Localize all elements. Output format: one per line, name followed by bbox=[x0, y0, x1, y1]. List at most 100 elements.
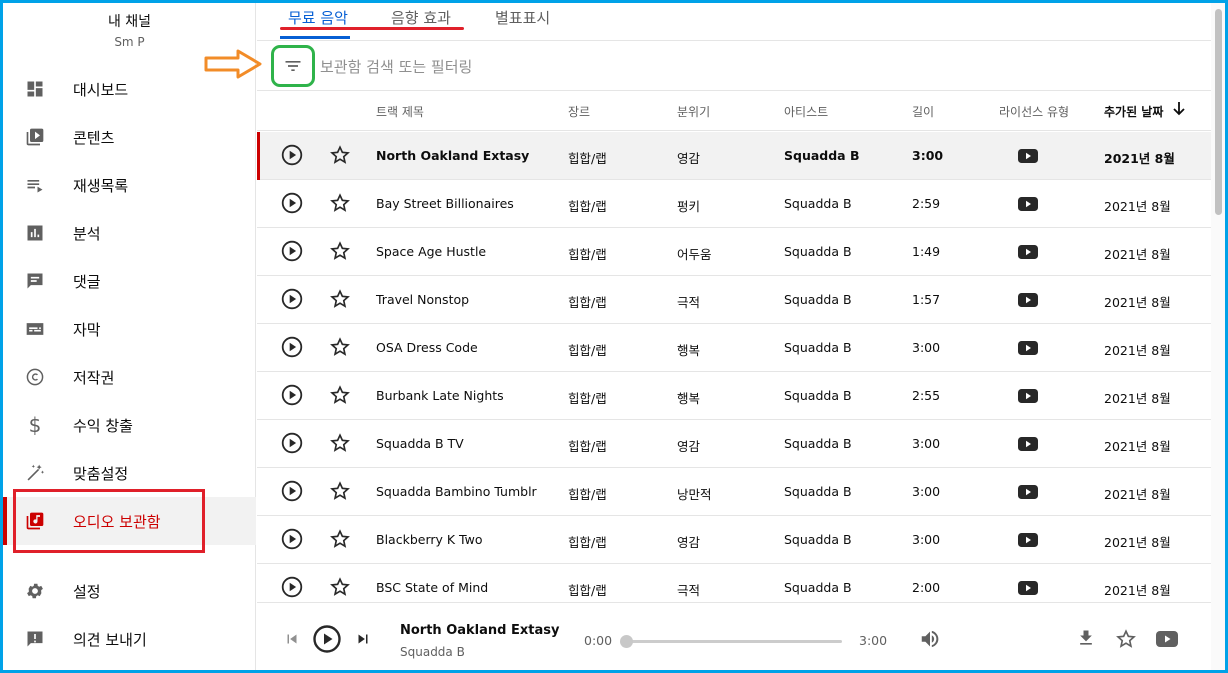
col-license[interactable]: 라이선스 유형 bbox=[999, 103, 1069, 120]
scrollbar-thumb[interactable] bbox=[1215, 9, 1222, 215]
tab-starred[interactable]: 별표표시 bbox=[495, 7, 550, 37]
copyright-icon bbox=[25, 367, 45, 387]
sidebar-item-label: 대시보드 bbox=[73, 80, 129, 99]
table-row[interactable]: OSA Dress Code 힙합/랩 행복 Squadda B 3:00 2021년 8… bbox=[257, 324, 1211, 372]
star-icon[interactable] bbox=[329, 144, 351, 166]
feedback-icon bbox=[25, 629, 45, 649]
table-row[interactable]: North Oakland Extasy 힙합/랩 영감 Squadda B 3:00 2… bbox=[257, 132, 1211, 180]
youtube-icon[interactable] bbox=[1018, 341, 1038, 355]
track-genre: 힙합/랩 bbox=[568, 487, 607, 502]
track-mood: 극적 bbox=[677, 295, 701, 310]
youtube-icon[interactable] bbox=[1018, 533, 1038, 547]
play-circle-icon[interactable] bbox=[281, 480, 303, 502]
audio-library-main: 무료 음악 음향 효과 별표표시 보관함 검색 또는 필터링 트랙 제목 장르 … bbox=[257, 3, 1211, 670]
table-row[interactable]: Blackberry K Two 힙합/랩 영감 Squadda B 3:00 2021년… bbox=[257, 516, 1211, 564]
playlist-icon bbox=[25, 175, 45, 195]
play-circle-icon[interactable] bbox=[281, 384, 303, 406]
track-genre: 힙합/랩 bbox=[568, 535, 607, 550]
sidebar-item-audio-library[interactable]: 오디오 보관함 bbox=[3, 497, 256, 545]
sidebar-item-label: 맞춤설정 bbox=[73, 464, 129, 483]
table-row[interactable]: Bay Street Billionaires 힙합/랩 펑키 Squadda B 2:… bbox=[257, 180, 1211, 228]
table-row[interactable]: Travel Nonstop 힙합/랩 극적 Squadda B 1:57 2021년 8… bbox=[257, 276, 1211, 324]
scrollbar[interactable] bbox=[1211, 3, 1225, 670]
table-row[interactable]: Squadda B TV 힙합/랩 영감 Squadda B 3:00 2021년 8월 bbox=[257, 420, 1211, 468]
play-circle-icon[interactable] bbox=[281, 240, 303, 262]
star-icon[interactable] bbox=[329, 384, 351, 406]
search-filter-input[interactable]: 보관함 검색 또는 필터링 bbox=[320, 56, 472, 77]
play-circle-icon[interactable] bbox=[281, 144, 303, 166]
star-icon[interactable] bbox=[329, 480, 351, 502]
youtube-icon[interactable] bbox=[1156, 631, 1178, 651]
previous-track-icon[interactable] bbox=[283, 630, 301, 652]
sidebar-item-comments[interactable]: 댓글 bbox=[3, 257, 256, 305]
track-length: 1:49 bbox=[912, 244, 941, 259]
sidebar-item-feedback[interactable]: 의견 보내기 bbox=[3, 615, 256, 663]
col-genre[interactable]: 장르 bbox=[568, 103, 590, 120]
track-genre: 힙합/랩 bbox=[568, 343, 607, 358]
magic-wand-icon bbox=[25, 463, 45, 483]
sidebar-item-subtitles[interactable]: 자막 bbox=[3, 305, 256, 353]
col-date[interactable]: 추가된 날짜 bbox=[1104, 103, 1163, 120]
track-mood: 영감 bbox=[677, 439, 701, 454]
col-length[interactable]: 길이 bbox=[912, 103, 934, 120]
star-icon[interactable] bbox=[1115, 628, 1137, 654]
table-row[interactable]: Burbank Late Nights 힙합/랩 행복 Squadda B 2:55 20… bbox=[257, 372, 1211, 420]
track-length: 3:00 bbox=[912, 484, 941, 499]
col-title[interactable]: 트랙 제목 bbox=[376, 103, 424, 120]
youtube-icon[interactable] bbox=[1018, 437, 1038, 451]
play-circle-icon[interactable] bbox=[281, 576, 303, 598]
play-circle-icon[interactable] bbox=[281, 336, 303, 358]
download-icon[interactable] bbox=[1076, 628, 1096, 652]
sidebar-item-monetization[interactable]: $ 수익 창출 bbox=[3, 401, 256, 449]
sidebar-item-customization[interactable]: 맞춤설정 bbox=[3, 449, 256, 497]
volume-icon[interactable] bbox=[919, 628, 941, 654]
sidebar-item-settings[interactable]: 설정 bbox=[3, 567, 256, 615]
youtube-icon[interactable] bbox=[1018, 293, 1038, 307]
player-progress-knob[interactable] bbox=[620, 635, 633, 648]
track-artist: Squadda B bbox=[784, 340, 852, 355]
track-title: Space Age Hustle bbox=[376, 244, 487, 259]
filter-button[interactable] bbox=[271, 45, 315, 87]
youtube-icon[interactable] bbox=[1018, 389, 1038, 403]
star-icon[interactable] bbox=[329, 576, 351, 598]
track-artist: Squadda B bbox=[784, 388, 852, 403]
youtube-icon[interactable] bbox=[1018, 485, 1038, 499]
star-icon[interactable] bbox=[329, 192, 351, 214]
table-row[interactable]: Space Age Hustle 힙합/랩 어두움 Squadda B 1:49 2021… bbox=[257, 228, 1211, 276]
star-icon[interactable] bbox=[329, 432, 351, 454]
star-icon[interactable] bbox=[329, 336, 351, 358]
sidebar-item-analytics[interactable]: 분석 bbox=[3, 209, 256, 257]
youtube-icon[interactable] bbox=[1018, 581, 1038, 595]
play-circle-icon[interactable] bbox=[281, 528, 303, 550]
track-title: Burbank Late Nights bbox=[376, 388, 504, 403]
play-circle-icon[interactable] bbox=[281, 288, 303, 310]
next-track-icon[interactable] bbox=[354, 630, 372, 652]
sidebar-item-label: 설정 bbox=[73, 582, 101, 601]
col-artist[interactable]: 아티스트 bbox=[784, 103, 828, 120]
tab-free-music[interactable]: 무료 음악 bbox=[288, 7, 348, 37]
player-progress-bar[interactable] bbox=[626, 640, 842, 643]
star-icon[interactable] bbox=[329, 528, 351, 550]
sidebar-item-content[interactable]: 콘텐츠 bbox=[3, 113, 256, 161]
track-date-added: 2021년 8월 bbox=[1104, 583, 1171, 598]
star-icon[interactable] bbox=[329, 288, 351, 310]
youtube-icon[interactable] bbox=[1018, 245, 1038, 259]
arrow-down-icon[interactable] bbox=[1172, 101, 1186, 120]
table-row[interactable]: Squadda Bambino Tumblr 힙합/랩 낭만적 Squadda B 3:… bbox=[257, 468, 1211, 516]
youtube-icon[interactable] bbox=[1018, 149, 1038, 163]
sidebar-item-playlists[interactable]: 재생목록 bbox=[3, 161, 256, 209]
star-icon[interactable] bbox=[329, 240, 351, 262]
tab-sound-effects[interactable]: 음향 효과 bbox=[391, 7, 451, 37]
gear-icon bbox=[25, 581, 45, 601]
track-genre: 힙합/랩 bbox=[568, 199, 607, 214]
track-artist: Squadda B bbox=[784, 292, 852, 307]
sidebar-item-label: 수익 창출 bbox=[73, 416, 133, 435]
col-mood[interactable]: 분위기 bbox=[677, 103, 710, 120]
play-button[interactable] bbox=[312, 624, 342, 658]
play-circle-icon[interactable] bbox=[281, 432, 303, 454]
play-circle-icon[interactable] bbox=[281, 192, 303, 214]
youtube-icon[interactable] bbox=[1018, 197, 1038, 211]
sidebar-item-copyright[interactable]: 저작권 bbox=[3, 353, 256, 401]
sidebar: 내 채널 Sm P 대시보드 콘텐츠 재생목록 분석 댓글 자막 저작권 $ 수… bbox=[3, 3, 256, 670]
track-title: Travel Nonstop bbox=[376, 292, 470, 307]
